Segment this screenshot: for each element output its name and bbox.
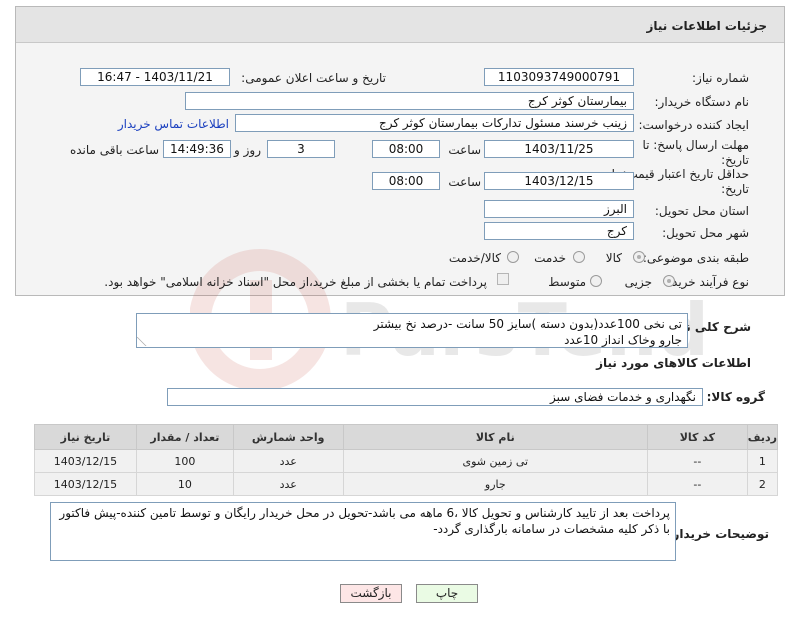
- reply-time-field: 08:00: [372, 140, 440, 158]
- goods-table: ردیف کد کالا نام کالا واحد شمارش تعداد /…: [34, 424, 779, 496]
- goods-group-label: گروه کالا:: [706, 390, 765, 404]
- buyer-notes-label: توضیحات خریدار:: [667, 527, 769, 541]
- category-label: طبقه بندی موضوعی:: [642, 251, 749, 265]
- price-date-field: 1403/12/15: [484, 172, 634, 190]
- buyer-org-field: بیمارستان کوثر کرج: [185, 92, 634, 110]
- col-date: تاریخ نیاز: [34, 424, 137, 450]
- category-goods-label: کالا: [605, 251, 622, 265]
- days-remaining-field: 3: [267, 140, 335, 158]
- panel-title: جزئیات اطلاعات نیاز: [646, 19, 767, 33]
- reply-date-field: 1403/11/25: [484, 140, 634, 158]
- process-type-label: نوع فرآیند خرید :: [664, 275, 749, 289]
- treasury-payment-note: پرداخت تمام یا بخشی از مبلغ خرید،از محل …: [104, 275, 487, 289]
- print-button[interactable]: چاپ: [416, 584, 478, 603]
- table-header-row: ردیف کد کالا نام کالا واحد شمارش تعداد /…: [34, 424, 779, 450]
- cell-name: جارو: [342, 472, 648, 496]
- city-label: شهر محل تحویل:: [662, 226, 749, 240]
- goods-group-field: نگهداری و خدمات فضای سبز: [167, 388, 703, 406]
- price-time-label: ساعت: [448, 175, 481, 189]
- goods-section-title: اطلاعات کالاهای مورد نیاز: [596, 356, 751, 370]
- cell-unit: عدد: [232, 472, 344, 496]
- table-row: 2 -- جارو عدد 10 1403/12/15: [34, 472, 779, 496]
- cell-code: --: [646, 449, 748, 473]
- days-label: روز و: [234, 143, 261, 157]
- category-goods-service-label: کالا/خدمت: [448, 251, 501, 265]
- process-minor-label: جزیی: [624, 275, 652, 289]
- cell-unit: عدد: [232, 449, 344, 473]
- cell-name: تی زمین شوی: [342, 449, 648, 473]
- price-time-field: 08:00: [372, 172, 440, 190]
- remaining-time-field: 14:49:36: [163, 140, 231, 158]
- need-number-field: 1103093749000791: [484, 68, 634, 86]
- city-field: کرج: [484, 222, 634, 240]
- cell-qty: 10: [135, 472, 234, 496]
- category-goods-service-radio[interactable]: [507, 251, 519, 263]
- process-medium-radio[interactable]: [590, 275, 602, 287]
- announce-field: 1403/11/21 - 16:47: [80, 68, 230, 86]
- buyer-org-label: نام دستگاه خریدار:: [654, 95, 750, 109]
- col-name: نام کالا: [342, 424, 648, 450]
- treasury-payment-checkbox[interactable]: [497, 273, 509, 285]
- back-button[interactable]: بازگشت: [340, 584, 402, 603]
- col-row: ردیف: [746, 424, 779, 450]
- table-row: 1 -- تی زمین شوی عدد 100 1403/12/15: [34, 449, 779, 473]
- province-field: البرز: [484, 200, 634, 218]
- announce-label: تاریخ و ساعت اعلان عمومی:: [241, 71, 386, 85]
- cell-date: 1403/12/15: [34, 449, 137, 473]
- category-service-label: خدمت: [534, 251, 566, 265]
- col-unit: واحد شمارش: [232, 424, 344, 450]
- creator-field: زینب خرسند مسئول تدارکات بیمارستان کوثر …: [235, 114, 634, 132]
- process-medium-label: متوسط: [548, 275, 586, 289]
- col-qty: تعداد / مقدار: [135, 424, 234, 450]
- cell-qty: 100: [135, 449, 234, 473]
- cell-row: 2: [746, 472, 779, 496]
- need-number-label: شماره نیاز:: [692, 71, 749, 85]
- process-minor-radio[interactable]: [663, 275, 675, 287]
- remaining-time-label: ساعت باقی مانده: [69, 143, 159, 157]
- category-service-radio[interactable]: [573, 251, 585, 263]
- cell-row: 1: [746, 449, 779, 473]
- col-code: کد کالا: [646, 424, 748, 450]
- buyer-notes-textarea[interactable]: پرداخت بعد از تایید کارشناس و تحویل کالا…: [50, 502, 676, 561]
- description-textarea[interactable]: تی نخی 100عدد(بدون دسته )سایز 50 سانت -د…: [136, 313, 688, 348]
- cell-date: 1403/12/15: [34, 472, 137, 496]
- reply-deadline-label: مهلت ارسال پاسخ: تا تاریخ:: [642, 138, 749, 167]
- creator-label: ایجاد کننده درخواست:: [638, 118, 749, 132]
- province-label: استان محل تحویل:: [654, 204, 749, 218]
- buyer-contact-link[interactable]: اطلاعات تماس خریدار: [118, 117, 229, 131]
- cell-code: --: [646, 472, 748, 496]
- category-goods-radio[interactable]: [633, 251, 645, 263]
- reply-time-label: ساعت: [448, 143, 481, 157]
